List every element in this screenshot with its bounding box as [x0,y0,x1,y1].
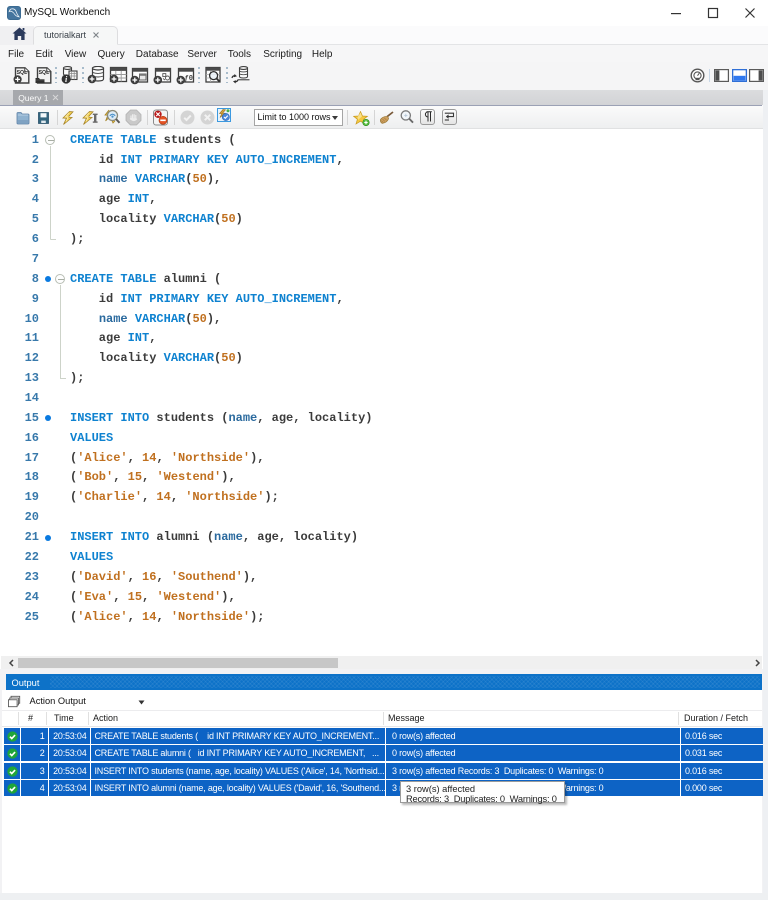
svg-text:ƒ0: ƒ0 [184,75,192,83]
svg-text:SQL: SQL [39,69,50,75]
svg-text:SQL: SQL [16,69,27,75]
